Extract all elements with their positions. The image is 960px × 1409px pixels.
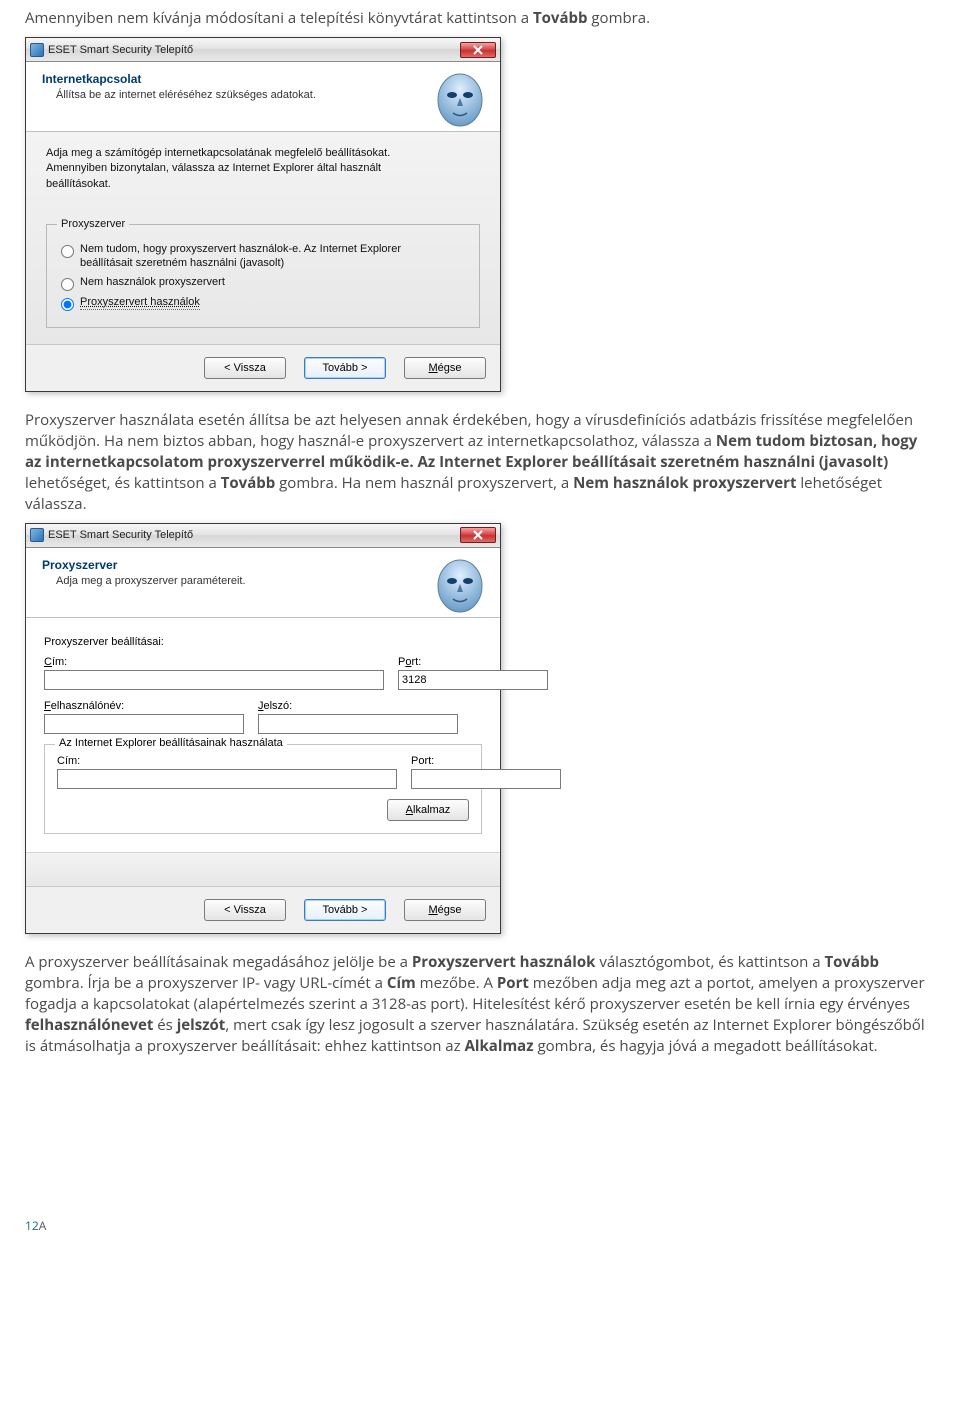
ie-group: Az Internet Explorer beállításainak hasz… [44, 744, 482, 834]
robot-face-icon [432, 72, 488, 128]
close-icon [473, 530, 483, 540]
installer-dialog-internet: ESET Smart Security Telepítő Internetkap… [25, 37, 501, 392]
mid-paragraph: Proxyszerver használata esetén állítsa b… [25, 410, 935, 515]
header-title: Internetkapcsolat [42, 72, 432, 86]
page-number: 12A [25, 1217, 935, 1234]
app-icon [30, 528, 44, 542]
button-bar: < Vissza Tovább > Mégse [26, 886, 500, 933]
cancel-button[interactable]: Mégse [404, 899, 486, 921]
radio-none-label: Nem használok proxyszervert [80, 275, 225, 289]
header-title: Proxyszerver [42, 558, 432, 572]
next-button[interactable]: Tovább > [304, 899, 386, 921]
radio-auto-label: Nem tudom, hogy proxyszervert használok-… [80, 242, 440, 271]
titlebar: ESET Smart Security Telepítő [26, 38, 500, 62]
user-label: Felhasználónév: [44, 700, 244, 712]
final-paragraph: A proxyszerver beállításainak megadásáho… [25, 952, 935, 1057]
radio-none[interactable] [61, 278, 74, 291]
dialog-header: Internetkapcsolat Állítsa be az internet… [26, 62, 500, 132]
proxy-fieldset: Proxyszerver Nem tudom, hogy proxyszerve… [46, 218, 480, 328]
radio-row-use: Proxyszervert használok [57, 295, 469, 311]
addr-input[interactable] [44, 670, 384, 690]
ie-legend: Az Internet Explorer beállításainak hasz… [55, 737, 287, 749]
close-icon [473, 45, 483, 55]
intro-paragraph: Amennyiben nem kívánja módosítani a tele… [25, 8, 935, 29]
radio-row-none: Nem használok proxyszervert [57, 275, 469, 291]
radio-use[interactable] [61, 298, 74, 311]
pass-label: Jelszó: [258, 700, 458, 712]
hint-text: Adja meg a számítógép internetkapcsolatá… [46, 146, 396, 192]
dialog-form: Proxyszerver beállításai: Cím: Port: Fel… [26, 618, 500, 852]
dialog-header: Proxyszerver Adja meg a proxyszerver par… [26, 548, 500, 618]
ie-addr-label: Cím: [57, 755, 397, 767]
port-label: Port: [398, 656, 548, 668]
proxy-section-label: Proxyszerver beállításai: [44, 636, 482, 648]
close-button[interactable] [460, 42, 496, 58]
user-input[interactable] [44, 714, 244, 734]
robot-face-icon [432, 558, 488, 614]
titlebar: ESET Smart Security Telepítő [26, 524, 500, 548]
radio-auto[interactable] [61, 245, 74, 258]
ie-port-label: Port: [411, 755, 561, 767]
addr-label: Cím: [44, 656, 384, 668]
apply-button[interactable]: Alkalmaz [387, 799, 469, 821]
radio-use-label: Proxyszervert használok [80, 295, 200, 310]
dialog-body: Adja meg a számítógép internetkapcsolatá… [26, 132, 500, 344]
close-button[interactable] [460, 527, 496, 543]
back-button[interactable]: < Vissza [204, 357, 286, 379]
app-icon [30, 43, 44, 57]
ie-port-input[interactable] [411, 769, 561, 789]
installer-dialog-proxy: ESET Smart Security Telepítő Proxyszerve… [25, 523, 501, 934]
header-subtitle: Állítsa be az internet eléréséhez szüksé… [42, 89, 432, 101]
window-title: ESET Smart Security Telepítő [48, 44, 460, 56]
cancel-button[interactable]: Mégse [404, 357, 486, 379]
port-input[interactable] [398, 670, 548, 690]
spacer [26, 852, 500, 886]
header-subtitle: Adja meg a proxyszerver paramétereit. [42, 575, 432, 587]
ie-addr-input[interactable] [57, 769, 397, 789]
next-button[interactable]: Tovább > [304, 357, 386, 379]
pass-input[interactable] [258, 714, 458, 734]
radio-row-auto: Nem tudom, hogy proxyszervert használok-… [57, 242, 469, 271]
button-bar: < Vissza Tovább > Mégse [26, 344, 500, 391]
window-title: ESET Smart Security Telepítő [48, 529, 460, 541]
back-button[interactable]: < Vissza [204, 899, 286, 921]
proxy-legend: Proxyszerver [57, 218, 129, 230]
